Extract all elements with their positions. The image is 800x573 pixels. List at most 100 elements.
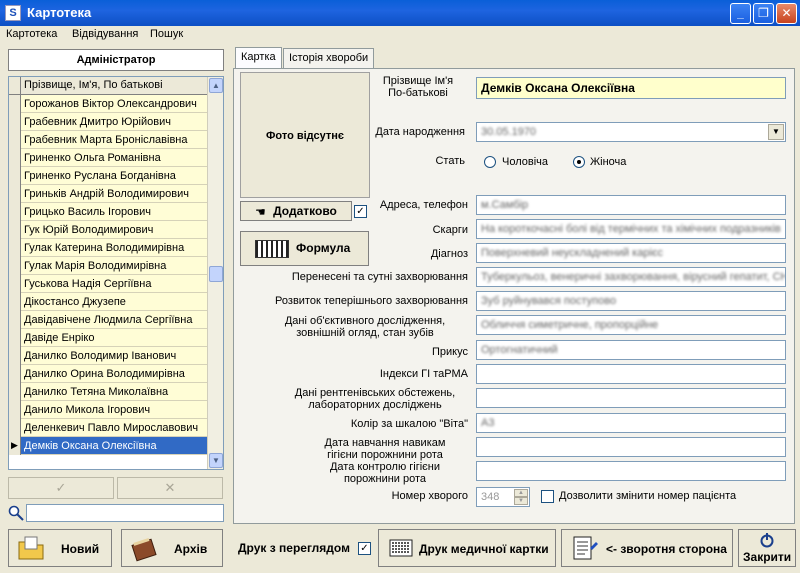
table-row[interactable]: Грабевник Марта Броніславівна — [9, 131, 207, 149]
xray-field[interactable] — [476, 388, 786, 408]
sex-female-radio[interactable] — [573, 156, 585, 168]
table-row[interactable]: Данилко Володимир Іванович — [9, 347, 207, 365]
title-bar[interactable]: S Картотека _ ❐ ✕ — [0, 0, 800, 26]
close-window-button[interactable]: ✕ — [776, 3, 797, 24]
sex-male-radio[interactable] — [484, 156, 496, 168]
diagnosis-value: Поверхневий неускладнений карієс — [481, 247, 664, 259]
patient-name-cell: Данило Микола Ігорович — [24, 404, 151, 416]
scroll-down-arrow-icon[interactable]: ▼ — [209, 453, 223, 468]
minimize-button[interactable]: _ — [730, 3, 751, 24]
app-icon: S — [5, 5, 21, 21]
print-preview-checkbox[interactable]: ✓ — [358, 542, 371, 555]
tab-history[interactable]: Історія хвороби — [283, 48, 375, 68]
menu-search[interactable]: Пошук — [150, 28, 183, 40]
table-row[interactable]: Деленкевич Павло Мирославович — [9, 419, 207, 437]
grid-scrollbar[interactable]: ▲ ▼ — [207, 77, 223, 469]
user-label: Адміністратор — [8, 49, 224, 71]
label-indices: Індекси ГІ таРМА — [379, 368, 468, 380]
patient-name-cell: Гриненко Ольга Романівна — [24, 152, 161, 164]
row-indicator — [9, 113, 21, 131]
address-field[interactable]: м.Самбір — [476, 195, 786, 215]
diagnosis-field[interactable]: Поверхневий неускладнений карієс — [476, 243, 786, 263]
bite-field[interactable]: Ортогнатичний — [476, 340, 786, 360]
table-row[interactable]: Данилко Орина Володимирівна — [9, 365, 207, 383]
row-indicator — [9, 347, 21, 365]
table-row[interactable]: Гуськова Надія Сергіївна — [9, 275, 207, 293]
objective-field[interactable]: Обличчя симетричне, пропорційне — [476, 315, 786, 335]
row-indicator — [9, 239, 21, 257]
indices-field[interactable] — [476, 364, 786, 384]
row-indicator — [9, 419, 21, 437]
maximize-button[interactable]: ❐ — [753, 3, 774, 24]
additional-label: Додатково — [273, 204, 337, 218]
patient-name-cell: Демків Оксана Олексіївна — [24, 440, 157, 452]
patient-no-stepper[interactable]: 348 ▲ ▼ — [476, 487, 530, 507]
row-indicator — [9, 329, 21, 347]
row-indicator — [9, 383, 21, 401]
table-row[interactable]: Давідавічене Людмила Сергіївна — [9, 311, 207, 329]
table-row[interactable]: Гук Юрій Володимирович — [9, 221, 207, 239]
table-row[interactable]: Грабевник Дмитро Юрійович — [9, 113, 207, 131]
formula-label: Формула — [296, 241, 351, 255]
additional-button[interactable]: ☚ Додатково — [240, 201, 352, 221]
new-button[interactable]: Новий — [8, 529, 112, 567]
stepper-down-icon[interactable]: ▼ — [514, 497, 528, 505]
archive-button[interactable]: Архів — [121, 529, 223, 567]
table-row[interactable]: Гриньків Андрій Володимирович — [9, 185, 207, 203]
scroll-thumb[interactable] — [209, 266, 223, 282]
bite-value: Ортогнатичний — [481, 344, 558, 356]
books-icon — [131, 538, 157, 562]
name-field[interactable]: Демків Оксана Олексіївна — [476, 77, 786, 99]
column-header-name[interactable]: Прізвище, Ім'я, По батькові — [24, 79, 163, 91]
confirm-button[interactable]: ✓ — [8, 477, 114, 499]
table-row[interactable]: Грицько Василь Ігорович — [9, 203, 207, 221]
formula-button[interactable]: Формула — [240, 231, 369, 266]
table-row[interactable]: Давіде Енріко — [9, 329, 207, 347]
stepper-up-icon[interactable]: ▲ — [514, 489, 528, 497]
vita-field[interactable]: А3 — [476, 413, 786, 433]
back-side-button[interactable]: <- зворотня сторона — [561, 529, 733, 567]
window-title: Картотека — [27, 5, 92, 20]
tab-card[interactable]: Картка — [235, 47, 282, 69]
allow-change-checkbox[interactable] — [541, 490, 554, 503]
patient-name-cell: Давіде Енріко — [24, 332, 95, 344]
cancel-button[interactable]: ✕ — [117, 477, 223, 499]
patient-grid[interactable]: Прізвище, Ім'я, По батькові Горожанов Ві… — [8, 76, 224, 470]
table-row[interactable]: Горожанов Віктор Олександрович — [9, 95, 207, 113]
chevron-down-icon[interactable]: ▼ — [768, 124, 784, 140]
table-row[interactable]: Дікостансо Джузепе — [9, 293, 207, 311]
search-input[interactable] — [26, 504, 224, 522]
scroll-up-arrow-icon[interactable]: ▲ — [209, 78, 223, 93]
menu-visits[interactable]: Відвідування — [72, 28, 138, 40]
patient-no-value: 348 — [481, 491, 500, 503]
hygiene-training-field[interactable] — [476, 437, 786, 457]
table-row[interactable]: Гулак Катерина Володимирівна — [9, 239, 207, 257]
label-objective: Дані об'єктивного дослідження, зовнішній… — [284, 315, 446, 339]
patient-name-cell: Гулак Марія Володимирівна — [24, 260, 167, 272]
close-button[interactable]: Закрити — [738, 529, 796, 567]
row-indicator — [9, 275, 21, 293]
table-row[interactable]: Данилко Тетяна Миколаївна — [9, 383, 207, 401]
patient-rows: Горожанов Віктор Олександрович Грабевник … — [9, 95, 207, 455]
grid-header: Прізвище, Ім'я, По батькові — [9, 77, 207, 95]
label-patient-no: Номер хворого — [391, 490, 468, 502]
print-card-button[interactable]: Друк медичної картки — [378, 529, 556, 567]
patient-name-cell: Гулак Катерина Володимирівна — [24, 242, 185, 254]
table-row[interactable]: Данило Микола Ігорович — [9, 401, 207, 419]
menu-kartoteka[interactable]: Картотека — [6, 28, 57, 40]
table-row[interactable]: Гриненко Ольга Романівна — [9, 149, 207, 167]
table-row[interactable]: Гулак Марія Володимирівна — [9, 257, 207, 275]
table-row[interactable]: Гриненко Руслана Богданівна — [9, 167, 207, 185]
sex-male-label: Чоловіча — [502, 156, 549, 168]
patient-name-cell: Грабевник Дмитро Юрійович — [24, 116, 171, 128]
complaints-field[interactable]: На короткочасні болі від термічних та хі… — [476, 219, 786, 239]
patient-name-cell: Данилко Тетяна Миколаївна — [24, 386, 169, 398]
birth-date-field[interactable]: 30.05.1970 ▼ — [476, 122, 786, 142]
patient-name-cell: Горожанов Віктор Олександрович — [24, 98, 197, 110]
hygiene-control-field[interactable] — [476, 461, 786, 481]
current-disease-field[interactable]: Зуб руйнувався поступово — [476, 291, 786, 311]
row-indicator-header — [9, 77, 21, 95]
past-diseases-field[interactable]: Туберкульоз, венеричні захворювання, вір… — [476, 267, 786, 287]
patient-name-cell: Гуськова Надія Сергіївна — [24, 278, 152, 290]
table-row[interactable]: Демків Оксана Олексіївна — [9, 437, 207, 455]
